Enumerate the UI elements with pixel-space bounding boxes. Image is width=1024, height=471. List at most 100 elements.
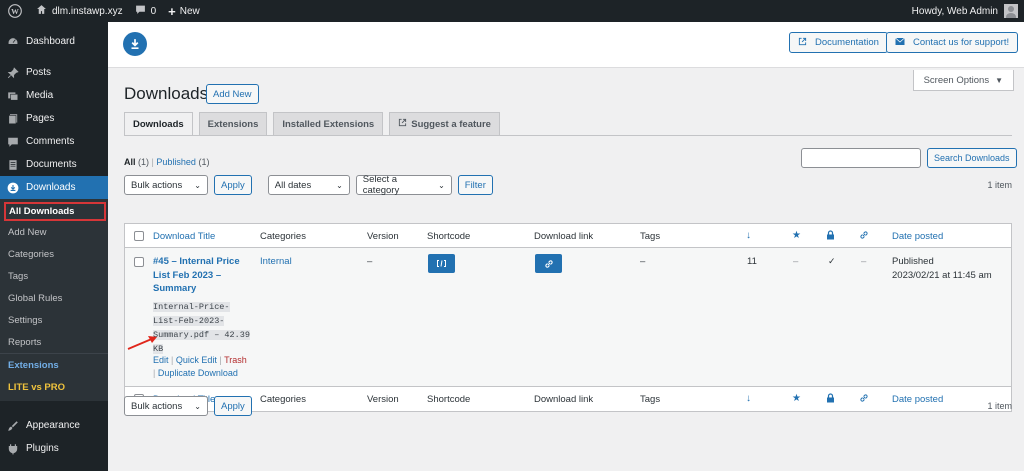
search-downloads-button[interactable]: Search Downloads — [927, 148, 1017, 168]
filter-published[interactable]: Published (1) — [156, 157, 209, 167]
version-value: – — [367, 256, 373, 267]
wordpress-logo-icon[interactable]: W — [0, 0, 30, 22]
column-date[interactable]: Date posted — [892, 231, 943, 242]
sidebar-item-dashboard[interactable]: Dashboard — [0, 30, 108, 53]
copy-shortcode-button[interactable] — [428, 254, 455, 273]
media-icon — [6, 89, 20, 103]
pages-icon — [6, 112, 20, 126]
select-label: Select a category — [362, 174, 400, 196]
action-separator: | — [171, 355, 174, 365]
screen-options-button[interactable]: Screen Options ▼ — [912, 70, 1014, 91]
members-only-value: ✓ — [828, 256, 836, 266]
document-icon — [6, 158, 20, 172]
lock-icon — [826, 393, 835, 406]
submenu-extensions[interactable]: Extensions — [0, 354, 108, 376]
date-posted: Published 2023/02/21 at 11:45 am — [892, 255, 992, 282]
sidebar-item-label: Plugins — [26, 443, 59, 454]
select-label: Bulk actions — [131, 400, 183, 412]
select-label: All dates — [274, 179, 312, 191]
trash-link[interactable]: Trash — [224, 355, 247, 365]
tab-installed-extensions[interactable]: Installed Extensions — [273, 112, 384, 135]
sidebar-item-downloads[interactable]: Downloads — [0, 176, 108, 199]
comment-icon — [6, 135, 20, 149]
star-icon: ★ — [792, 230, 801, 241]
sidebar-item-documents[interactable]: Documents — [0, 153, 108, 176]
documentation-button[interactable]: Documentation — [789, 32, 888, 53]
action-separator: | — [219, 355, 222, 365]
avatar — [1004, 4, 1018, 18]
my-account-link[interactable]: Howdy, Web Admin — [906, 0, 1024, 22]
new-label: New — [179, 5, 200, 17]
sidebar-item-label: Comments — [26, 136, 75, 147]
row-checkbox[interactable] — [134, 257, 144, 267]
select-all-checkbox[interactable] — [134, 231, 144, 241]
category-select[interactable]: Select a category ⌄ — [355, 174, 452, 196]
tablenav-top: Bulk actions ⌄ Apply All dates ⌄ Select a … — [124, 174, 493, 196]
filter-all[interactable]: All (1) — [124, 157, 149, 167]
comment-icon — [135, 4, 146, 18]
sidebar-item-plugins[interactable]: Plugins — [0, 437, 108, 460]
file-line: Internal-Price- — [153, 302, 230, 312]
admin-bar: W dlm.instawp.xyz 0 + New Howdy, Web Adm… — [0, 0, 1024, 22]
sidebar-item-label: Appearance — [26, 420, 80, 431]
filter-button[interactable]: Filter — [457, 175, 493, 195]
page-title: Downloads — [124, 84, 209, 103]
comments-count: 0 — [150, 5, 157, 17]
tablenav-bottom: Bulk actions ⌄ Apply — [124, 396, 252, 416]
comments-link[interactable]: 0 — [129, 0, 163, 22]
tab-suggest-feature[interactable]: Suggest a feature — [389, 112, 500, 135]
submenu-global-rules[interactable]: Global Rules — [0, 287, 108, 309]
bulk-actions-select[interactable]: Bulk actions ⌄ — [124, 175, 208, 195]
sidebar-item-label: Posts — [26, 67, 52, 78]
copy-download-link-button[interactable] — [535, 254, 562, 273]
download-icon — [6, 181, 20, 195]
add-new-button[interactable]: Add New — [206, 84, 259, 104]
bulk-actions-select[interactable]: Bulk actions ⌄ — [124, 396, 208, 416]
filter-separator: | — [151, 157, 154, 167]
select-label: Bulk actions — [131, 179, 183, 191]
submenu-categories[interactable]: Categories — [0, 243, 108, 265]
sidebar-item-media[interactable]: Media — [0, 84, 108, 107]
contact-support-button[interactable]: Contact us for support! — [886, 32, 1019, 53]
search-input[interactable] — [801, 148, 921, 168]
annotation-arrow-icon — [127, 336, 157, 350]
column-version: Version — [367, 231, 399, 242]
tab-label: Suggest a feature — [411, 118, 491, 130]
column-categories: Categories — [260, 394, 306, 405]
lock-icon — [826, 230, 835, 243]
site-name-link[interactable]: dlm.instawp.xyz — [30, 0, 129, 22]
submenu-all-downloads[interactable]: All Downloads — [4, 202, 106, 221]
chevron-down-icon: ⌄ — [194, 401, 201, 411]
status-filters: All (1) | Published (1) — [124, 157, 209, 167]
submenu-add-new[interactable]: Add New — [0, 221, 108, 243]
apply-button[interactable]: Apply — [214, 175, 252, 195]
sidebar-item-appearance[interactable]: Appearance — [0, 414, 108, 437]
caret-down-icon: ▼ — [995, 75, 1003, 85]
submenu-tags[interactable]: Tags — [0, 265, 108, 287]
sidebar-item-comments[interactable]: Comments — [0, 130, 108, 153]
duplicate-download-link[interactable]: Duplicate Download — [158, 368, 238, 378]
apply-button[interactable]: Apply — [214, 396, 252, 416]
edit-link[interactable]: Edit — [153, 355, 169, 365]
submenu-settings[interactable]: Settings — [0, 309, 108, 331]
download-count-arrow-icon[interactable]: ↓ — [746, 393, 751, 404]
tab-downloads[interactable]: Downloads — [124, 112, 193, 135]
quick-edit-link[interactable]: Quick Edit — [176, 355, 217, 365]
category-link[interactable]: Internal — [260, 256, 292, 267]
sidebar-item-pages[interactable]: Pages — [0, 107, 108, 130]
column-date[interactable]: Date posted — [892, 394, 943, 405]
new-content-link[interactable]: + New — [162, 0, 206, 22]
tab-extensions[interactable]: Extensions — [198, 112, 268, 135]
submenu-lite-vs-pro[interactable]: LITE vs PRO — [0, 376, 108, 398]
dates-select[interactable]: All dates ⌄ — [267, 175, 350, 195]
column-title[interactable]: Download Title — [153, 231, 215, 242]
items-count-top: 1 item — [987, 180, 1012, 190]
column-version: Version — [367, 394, 399, 405]
sidebar-item-posts[interactable]: Posts — [0, 61, 108, 84]
download-count-arrow-icon[interactable]: ↓ — [746, 230, 751, 241]
download-title-link[interactable]: #45 – Internal Price List Feb 2023 – Sum… — [153, 255, 253, 296]
redirect-value: – — [861, 256, 867, 267]
submenu-reports[interactable]: Reports — [0, 331, 108, 353]
sidebar-item-label: Pages — [26, 113, 55, 124]
shortcode-icon — [437, 260, 446, 267]
